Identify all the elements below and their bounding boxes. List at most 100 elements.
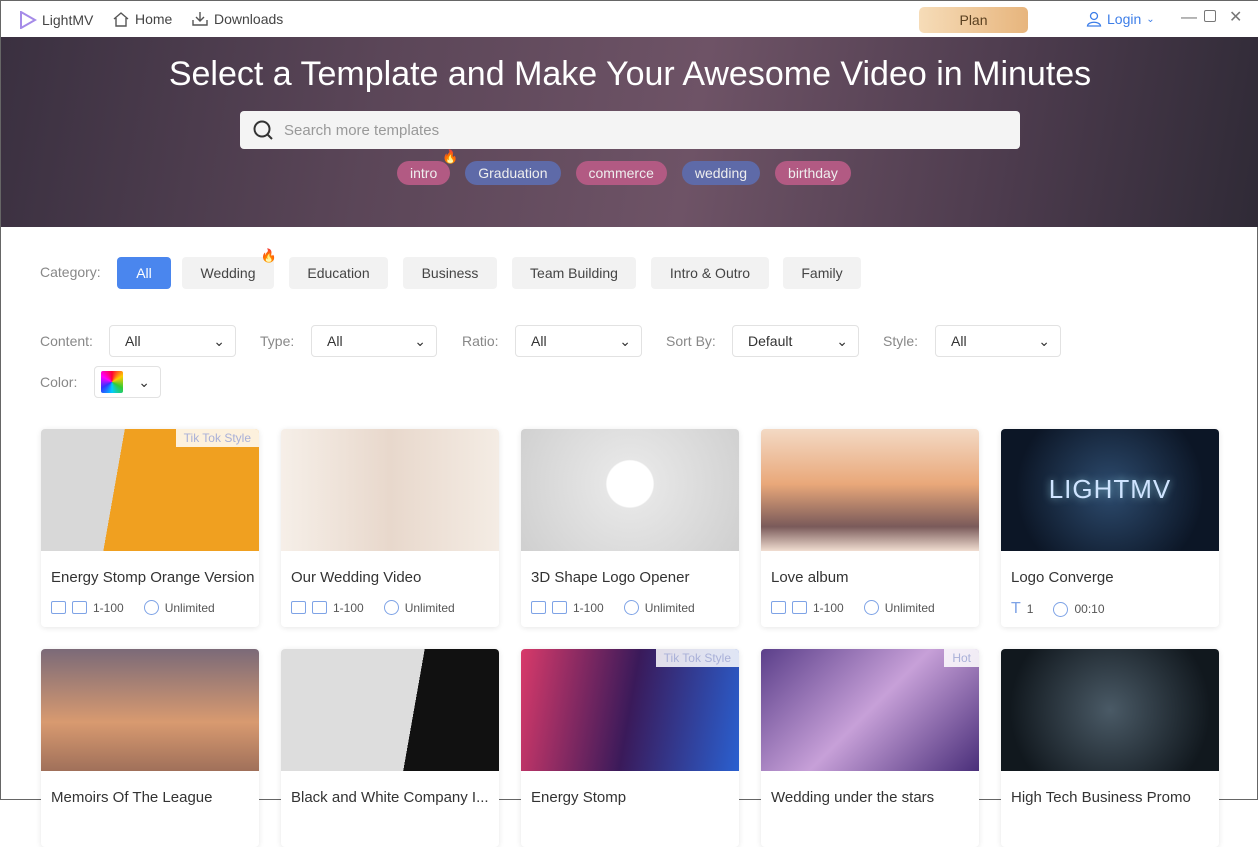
category-team-building[interactable]: Team Building: [512, 257, 636, 289]
template-thumbnail[interactable]: Tik Tok Style: [521, 649, 739, 771]
template-card[interactable]: LIGHTMV Logo Converge T 1 00:10: [1001, 429, 1219, 627]
style-filter-label: Style:: [883, 333, 919, 349]
template-meta: 1-100 Unlimited: [531, 600, 739, 615]
tag-birthday[interactable]: birthday: [775, 161, 851, 185]
title-bar: LightMV Home Downloads Plan Login ⌄ — ✕: [1, 1, 1258, 37]
nav-home[interactable]: Home: [112, 11, 172, 27]
template-card[interactable]: Black and White Company I...: [281, 649, 499, 847]
template-thumbnail[interactable]: [1001, 649, 1219, 771]
clock-icon: [623, 600, 639, 615]
app-logo: LightMV: [19, 11, 93, 29]
color-filter-label: Color:: [40, 374, 78, 390]
category-all[interactable]: All: [117, 257, 171, 289]
template-thumbnail[interactable]: [281, 649, 499, 771]
chevron-down-icon: ⌄: [414, 332, 426, 349]
content-select[interactable]: All ⌄: [109, 325, 236, 357]
maximize-icon[interactable]: [1204, 10, 1216, 22]
video-icon: [312, 601, 327, 614]
category-business[interactable]: Business: [403, 257, 497, 289]
login-button[interactable]: Login ⌄: [1086, 11, 1155, 27]
search-box[interactable]: [240, 111, 1020, 149]
sort-select[interactable]: Default ⌄: [732, 325, 859, 357]
type-select[interactable]: All ⌄: [311, 325, 437, 357]
lightmv-logo-icon: [20, 11, 37, 29]
select-value: All: [327, 333, 343, 349]
clock-icon: [863, 600, 879, 615]
hero-banner: Select a Template and Make Your Awesome …: [1, 37, 1258, 227]
style-select[interactable]: All ⌄: [935, 325, 1061, 357]
media-count: 1-100: [573, 600, 604, 615]
template-thumbnail[interactable]: [521, 429, 739, 551]
template-thumbnail[interactable]: [41, 649, 259, 771]
select-value: All: [531, 333, 547, 349]
tag-intro[interactable]: intro 🔥: [397, 149, 458, 185]
image-icon: [51, 601, 66, 614]
image-icon: [291, 601, 306, 614]
tag-graduation[interactable]: Graduation: [465, 161, 561, 185]
tag-label: intro: [410, 165, 438, 181]
hot-flame-icon: 🔥: [442, 149, 459, 164]
tag-wedding[interactable]: wedding: [681, 161, 761, 185]
select-value: All: [125, 333, 141, 349]
template-title: Energy Stomp: [531, 789, 627, 806]
template-thumbnail[interactable]: LIGHTMV: [1001, 429, 1219, 551]
template-meta: 1-100 Unlimited: [771, 600, 979, 615]
template-thumbnail[interactable]: [761, 429, 979, 551]
template-card[interactable]: 3D Shape Logo Opener 1-100 Unlimited: [521, 429, 739, 627]
thumbnail-logo-text: LIGHTMV: [1048, 474, 1172, 504]
category-family[interactable]: Family: [783, 257, 861, 289]
template-title: Logo Converge: [1011, 569, 1114, 586]
nav-downloads-label: Downloads: [214, 11, 284, 27]
template-card[interactable]: Hot Wedding under the stars: [761, 649, 979, 847]
template-card[interactable]: High Tech Business Promo: [1001, 649, 1219, 847]
chevron-down-icon: ⌄: [1038, 332, 1050, 349]
template-title: 3D Shape Logo Opener: [531, 569, 690, 586]
template-card[interactable]: Love album 1-100 Unlimited: [761, 429, 979, 627]
template-title: Energy Stomp Orange Version: [51, 569, 255, 586]
category-label: Category:: [40, 264, 101, 280]
home-icon: [113, 12, 129, 27]
type-filter-label: Type:: [260, 333, 295, 349]
video-icon: [552, 601, 567, 614]
color-select[interactable]: ⌄: [94, 366, 161, 398]
template-meta: 1-100 Unlimited: [51, 600, 259, 615]
template-card[interactable]: Memoirs Of The League: [41, 649, 259, 847]
sort-filter-label: Sort By:: [666, 333, 716, 349]
video-icon: [72, 601, 87, 614]
search-input[interactable]: [284, 121, 984, 139]
chevron-down-icon: ⌄: [138, 373, 150, 390]
template-thumbnail[interactable]: Tik Tok Style: [41, 429, 259, 551]
template-meta: T 1 00:10: [1011, 600, 1219, 618]
template-title: High Tech Business Promo: [1011, 789, 1191, 806]
template-card[interactable]: Tik Tok Style Energy Stomp: [521, 649, 739, 847]
tag-commerce[interactable]: commerce: [575, 161, 667, 185]
duration: 00:10: [1074, 602, 1105, 616]
image-icon: [771, 601, 786, 614]
close-icon[interactable]: ✕: [1229, 7, 1242, 27]
nav-downloads[interactable]: Downloads: [191, 11, 283, 27]
nav-home-label: Home: [135, 11, 173, 27]
category-education[interactable]: Education: [289, 257, 388, 289]
duration: Unlimited: [644, 600, 695, 615]
template-title: Love album: [771, 569, 849, 586]
color-swatch: [101, 371, 123, 393]
template-badge: Tik Tok Style: [655, 649, 739, 667]
category-intro-outro[interactable]: Intro & Outro: [651, 257, 769, 289]
hero-title: Select a Template and Make Your Awesome …: [168, 55, 1092, 93]
plan-button[interactable]: Plan: [919, 7, 1028, 33]
ratio-select[interactable]: All ⌄: [515, 325, 642, 357]
template-thumbnail[interactable]: Hot: [761, 649, 979, 771]
template-thumbnail[interactable]: [281, 429, 499, 551]
chevron-down-icon: ⌄: [836, 332, 848, 349]
template-card[interactable]: Tik Tok Style Energy Stomp Orange Version…: [41, 429, 259, 627]
video-icon: [792, 601, 807, 614]
ratio-filter-label: Ratio:: [462, 333, 499, 349]
minimize-icon[interactable]: —: [1181, 9, 1197, 27]
category-wedding[interactable]: Wedding 🔥: [182, 248, 277, 289]
login-label: Login: [1107, 11, 1142, 27]
template-card[interactable]: Our Wedding Video 1-100 Unlimited: [281, 429, 499, 627]
template-badge: Hot: [944, 649, 979, 667]
media-count: 1: [1026, 602, 1034, 616]
template-badge: Tik Tok Style: [175, 429, 259, 447]
clock-icon: [1053, 601, 1069, 617]
